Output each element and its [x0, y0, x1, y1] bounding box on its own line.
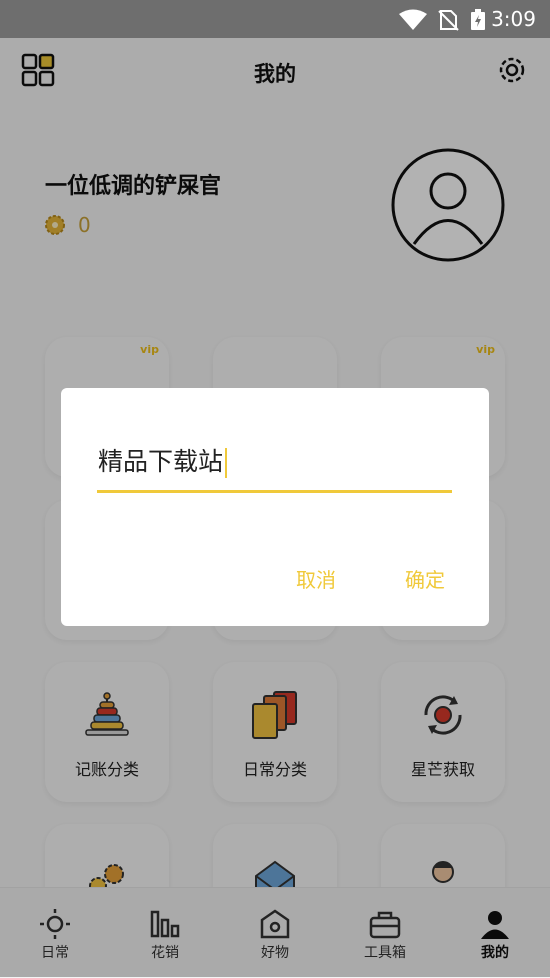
battery-icon: [471, 9, 485, 30]
name-input-value[interactable]: 精品下载站: [98, 442, 228, 478]
text-caret: [225, 448, 228, 478]
confirm-button[interactable]: 确定: [405, 564, 445, 593]
no-sim-icon: [438, 10, 459, 31]
rename-dialog: 精品下载站 取消 确定: [61, 388, 489, 626]
wifi-icon: [399, 9, 427, 30]
name-input-field[interactable]: 精品下载站: [97, 438, 452, 493]
cancel-button[interactable]: 取消: [296, 564, 336, 593]
status-bar: 3:09: [0, 0, 550, 38]
status-time: 3:09: [491, 7, 536, 31]
